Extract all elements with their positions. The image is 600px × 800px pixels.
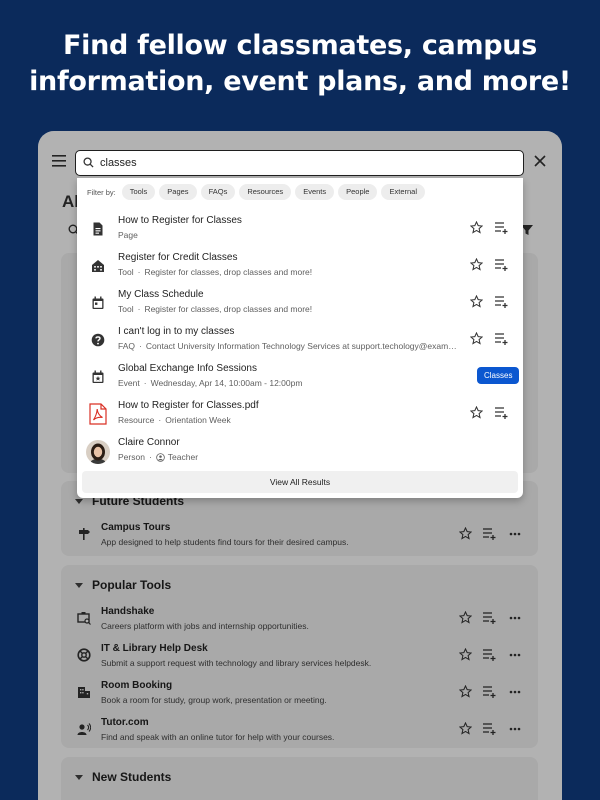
result-meta: Tool · Register for classes, drop classes … xyxy=(118,304,312,314)
star-icon[interactable] xyxy=(470,258,483,271)
meta-separator: · xyxy=(143,378,147,388)
building-icon xyxy=(92,260,104,272)
view-all-results-button[interactable]: View All Results xyxy=(82,471,518,493)
add-to-list-icon[interactable] xyxy=(495,259,509,271)
filter-chip-pages[interactable]: Pages xyxy=(159,184,197,200)
search-result-item[interactable]: Global Exchange Info Sessions Event · Wedn… xyxy=(77,360,523,396)
result-meta: Person · Teacher xyxy=(118,452,198,462)
filter-chip-external[interactable]: External xyxy=(381,184,425,200)
search-result-item[interactable]: How to Register for Classes Page xyxy=(77,212,523,248)
result-detail: Register for classes, drop classes and m… xyxy=(144,304,313,314)
result-type: Tool xyxy=(118,304,134,314)
star-icon[interactable] xyxy=(470,221,483,234)
result-title: Claire Connor xyxy=(118,437,180,448)
meta-separator: · xyxy=(137,304,141,314)
calendar-icon xyxy=(92,296,104,309)
result-detail: Register for classes, drop classes and m… xyxy=(144,267,313,277)
result-type: Tool xyxy=(118,267,134,277)
help-icon xyxy=(91,333,105,347)
filter-chip-events[interactable]: Events xyxy=(295,184,335,200)
device-screen: Al Future Students Campus Tours App desi… xyxy=(38,131,562,800)
search-results-dropdown: Filter by: Tools Pages FAQs Resources Ev… xyxy=(77,178,523,498)
result-type: Event xyxy=(118,378,140,388)
filter-chip-faqs[interactable]: FAQs xyxy=(200,184,236,200)
search-result-item[interactable]: I can't log in to my classes FAQ · Contact… xyxy=(77,323,523,359)
result-title: I can't log in to my classes xyxy=(118,326,235,337)
result-type: Person xyxy=(118,452,145,462)
filter-chip-tools[interactable]: Tools xyxy=(121,184,156,200)
result-title: My Class Schedule xyxy=(118,289,204,300)
add-to-list-icon[interactable] xyxy=(495,333,509,345)
result-type: FAQ xyxy=(118,341,136,351)
filter-label: Filter by: xyxy=(87,187,116,197)
search-field[interactable] xyxy=(75,150,524,176)
result-meta: Resource · Orientation Week xyxy=(118,415,231,425)
pdf-icon xyxy=(89,403,107,425)
search-result-item[interactable]: How to Register for Classes.pdf Resource… xyxy=(77,397,523,433)
star-icon[interactable] xyxy=(470,332,483,345)
result-meta: Tool · Register for classes, drop classes … xyxy=(118,267,312,277)
person-badge-icon xyxy=(156,452,165,462)
search-input[interactable] xyxy=(100,154,510,172)
result-detail: Orientation Week xyxy=(165,415,231,425)
headline-line-1: Find fellow classmates, campus xyxy=(62,30,537,61)
result-meta: FAQ · Contact University Information Techn… xyxy=(118,341,457,351)
result-meta: Page xyxy=(118,230,138,240)
meta-separator: · xyxy=(148,452,152,462)
result-detail: Wednesday, Apr 14, 10:00am - 12:00pm xyxy=(150,378,303,388)
search-result-item[interactable]: Claire Connor Person · Teacher xyxy=(77,434,523,470)
result-type: Page xyxy=(118,230,138,240)
add-to-list-icon[interactable] xyxy=(495,407,509,419)
filter-bar: Filter by: Tools Pages FAQs Resources Ev… xyxy=(87,184,429,200)
headline-line-2: information, event plans, and more! xyxy=(29,66,571,97)
result-detail: Contact University Information Technolog… xyxy=(145,341,457,351)
result-meta: Event · Wednesday, Apr 14, 10:00am - 12:00… xyxy=(118,378,302,388)
search-result-item[interactable]: Register for Credit Classes Tool · Registe… xyxy=(77,249,523,285)
category-tag[interactable]: Classes xyxy=(477,367,520,384)
search-icon xyxy=(83,157,94,168)
meta-separator: · xyxy=(158,415,162,425)
add-to-list-icon[interactable] xyxy=(495,296,509,308)
meta-separator: · xyxy=(139,341,142,351)
star-icon[interactable] xyxy=(470,406,483,419)
result-detail: Teacher xyxy=(167,452,199,462)
filter-chip-resources[interactable]: Resources xyxy=(239,184,292,200)
meta-separator: · xyxy=(137,267,141,277)
result-type: Resource xyxy=(118,415,155,425)
result-title: How to Register for Classes xyxy=(118,215,242,226)
star-icon[interactable] xyxy=(470,295,483,308)
filter-chip-people[interactable]: People xyxy=(338,184,378,200)
result-title: How to Register for Classes.pdf xyxy=(118,400,259,411)
avatar xyxy=(86,440,110,464)
result-title: Register for Credit Classes xyxy=(118,252,238,263)
search-result-item[interactable]: My Class Schedule Tool · Register for clas… xyxy=(77,286,523,322)
add-to-list-icon[interactable] xyxy=(495,222,509,234)
event-icon xyxy=(92,370,104,383)
document-icon xyxy=(93,222,103,236)
result-title: Global Exchange Info Sessions xyxy=(118,363,257,374)
promo-headline: Find fellow classmates, campus informati… xyxy=(0,28,600,100)
